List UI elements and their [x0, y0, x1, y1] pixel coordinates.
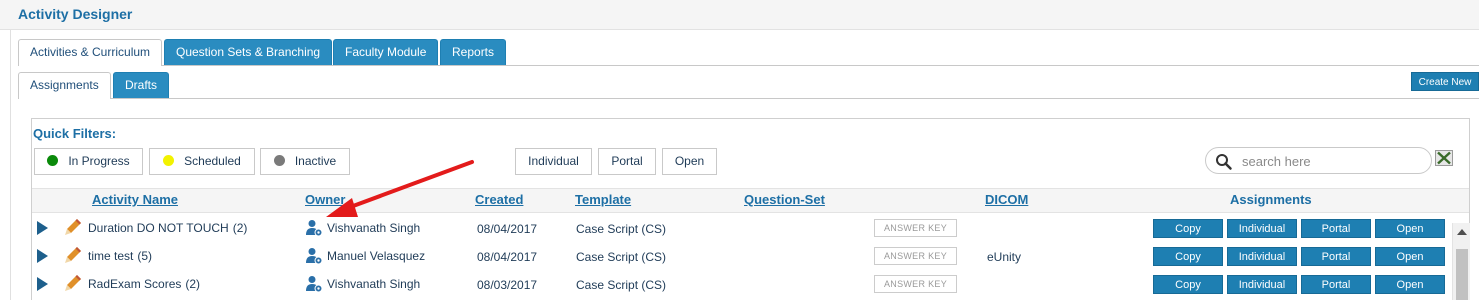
- filter-inactive-label: Inactive: [294, 154, 337, 168]
- activity-name[interactable]: Duration DO NOT TOUCH (2): [88, 221, 247, 235]
- column-owner[interactable]: Owner: [305, 192, 345, 207]
- filter-in-progress-label: In Progress: [68, 154, 130, 168]
- owner-name: Manuel Velasquez: [327, 249, 426, 263]
- user-gear-icon: [305, 247, 323, 265]
- copy-assignment-button[interactable]: Copy: [1153, 219, 1223, 238]
- activity-name-text[interactable]: RadExam Scores: [88, 277, 181, 291]
- edit-pencil-icon[interactable]: [64, 274, 82, 292]
- open-assignment-button[interactable]: Open: [1375, 247, 1445, 266]
- answer-key-button[interactable]: ANSWER KEY: [874, 275, 957, 293]
- activity-name-text[interactable]: Duration DO NOT TOUCH: [88, 221, 229, 235]
- clear-search-icon[interactable]: [1435, 150, 1453, 166]
- template-name: Case Script (CS): [576, 250, 667, 264]
- scroll-thumb[interactable]: [1456, 249, 1468, 300]
- user-gear-icon: [305, 275, 323, 293]
- column-template[interactable]: Template: [575, 192, 631, 207]
- answer-key-button[interactable]: ANSWER KEY: [874, 219, 957, 237]
- quick-filters-label: Quick Filters:: [33, 126, 117, 141]
- tab-faculty-module[interactable]: Faculty Module: [333, 39, 439, 65]
- tab-activities-curriculum[interactable]: Activities & Curriculum: [18, 39, 163, 66]
- owner-name: Vishvanath Singh: [327, 221, 421, 235]
- column-activity-name[interactable]: Activity Name: [92, 192, 178, 207]
- filter-scheduled-label: Scheduled: [184, 154, 241, 168]
- activity-count: (2): [232, 221, 248, 235]
- column-question-set[interactable]: Question-Set: [744, 192, 825, 207]
- search-box: [1205, 147, 1432, 174]
- activity-name-text[interactable]: time test: [88, 249, 133, 263]
- scroll-up-icon[interactable]: [1457, 229, 1467, 235]
- activity-count: (5): [137, 249, 153, 263]
- expand-row-icon[interactable]: [37, 221, 48, 235]
- copy-assignment-button[interactable]: Copy: [1153, 247, 1223, 266]
- created-date: 08/03/2017: [477, 278, 538, 292]
- subtabs-divider: [18, 98, 1479, 99]
- tabs-divider: [18, 65, 1479, 66]
- template-name: Case Script (CS): [576, 278, 667, 292]
- dicom-value: eUnity: [987, 250, 1022, 264]
- filter-in-progress-button[interactable]: In Progress: [34, 148, 143, 175]
- filter-scheduled-button[interactable]: Scheduled: [149, 148, 255, 175]
- answer-key-button[interactable]: ANSWER KEY: [874, 247, 957, 265]
- user-gear-icon: [305, 219, 323, 237]
- vertical-scrollbar[interactable]: [1452, 223, 1470, 300]
- open-assignment-button[interactable]: Open: [1375, 275, 1445, 294]
- edit-pencil-icon[interactable]: [64, 246, 82, 264]
- search-input[interactable]: [1240, 152, 1420, 170]
- column-assignments: Assignments: [1230, 192, 1312, 207]
- column-dicom[interactable]: DICOM: [985, 192, 1028, 207]
- activity-count: (2): [185, 277, 201, 291]
- created-date: 08/04/2017: [477, 222, 538, 236]
- portal-assignment-button[interactable]: Portal: [1301, 247, 1371, 266]
- owner-name: Vishvanath Singh: [327, 277, 421, 291]
- tab-reports[interactable]: Reports: [440, 39, 507, 65]
- page-title: Activity Designer: [18, 6, 133, 22]
- activity-name[interactable]: RadExam Scores (2): [88, 277, 200, 291]
- expand-row-icon[interactable]: [37, 249, 48, 263]
- individual-assignment-button[interactable]: Individual: [1227, 275, 1297, 294]
- page-header: Activity Designer: [0, 0, 1479, 30]
- filter-inactive-button[interactable]: Inactive: [260, 148, 350, 175]
- filter-open-button[interactable]: Open: [662, 148, 717, 175]
- subtab-drafts[interactable]: Drafts: [113, 72, 170, 98]
- green-dot-icon: [47, 155, 59, 166]
- search-icon: [1216, 154, 1232, 170]
- column-created[interactable]: Created: [475, 192, 523, 207]
- copy-assignment-button[interactable]: Copy: [1153, 275, 1223, 294]
- tab-question-sets-branching[interactable]: Question Sets & Branching: [164, 39, 333, 65]
- create-new-button[interactable]: Create New: [1411, 72, 1479, 91]
- gray-dot-icon: [273, 155, 285, 166]
- yellow-dot-icon: [163, 155, 175, 166]
- individual-assignment-button[interactable]: Individual: [1227, 219, 1297, 238]
- expand-row-icon[interactable]: [37, 277, 48, 291]
- subtab-assignments[interactable]: Assignments: [18, 72, 111, 99]
- portal-assignment-button[interactable]: Portal: [1301, 219, 1371, 238]
- open-assignment-button[interactable]: Open: [1375, 219, 1445, 238]
- template-name: Case Script (CS): [576, 222, 667, 236]
- filter-portal-button[interactable]: Portal: [598, 148, 656, 175]
- created-date: 08/04/2017: [477, 250, 538, 264]
- edit-pencil-icon[interactable]: [64, 218, 82, 236]
- filter-individual-button[interactable]: Individual: [515, 148, 592, 175]
- individual-assignment-button[interactable]: Individual: [1227, 247, 1297, 266]
- portal-assignment-button[interactable]: Portal: [1301, 275, 1371, 294]
- activity-name[interactable]: time test (5): [88, 249, 152, 263]
